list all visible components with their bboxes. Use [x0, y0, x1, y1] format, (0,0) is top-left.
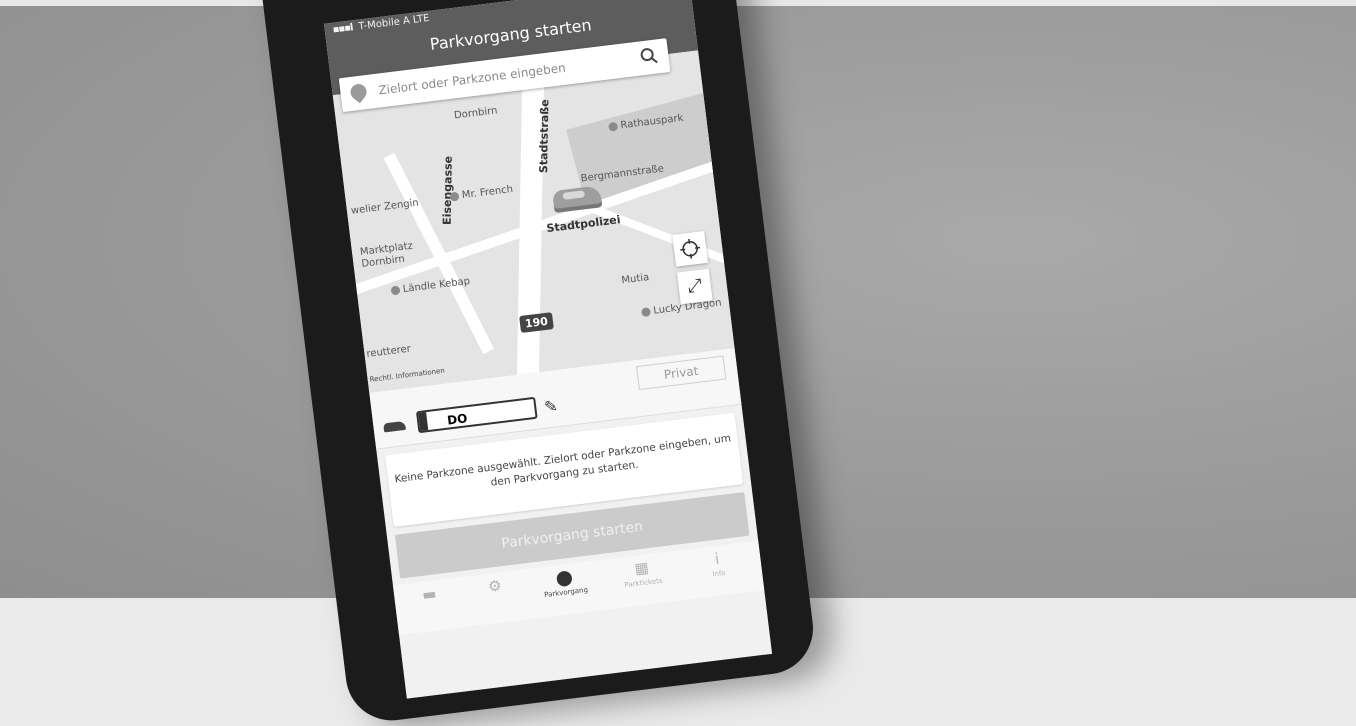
map-label-mr-french: Mr. French	[449, 184, 514, 203]
privat-button[interactable]: Privat	[636, 355, 727, 391]
search-icon[interactable]	[639, 46, 659, 66]
gear-icon: ⚙	[487, 576, 503, 596]
phone-screen: ▪▪▪l T-Mobile A LTE Parkvorgang starten …	[323, 0, 773, 699]
map-label-stadtstrasse: Stadtstraße	[537, 99, 552, 174]
park-icon	[608, 121, 619, 132]
route-number-badge: 190	[519, 312, 554, 334]
no-zone-message: Keine Parkzone ausgewählt. Zielort oder …	[393, 432, 732, 489]
nav-item-vehicle[interactable]: ▬	[393, 581, 465, 609]
car-icon	[383, 420, 407, 433]
map-label-reutterer: reutterer	[365, 343, 412, 360]
location-pin-icon	[347, 80, 370, 104]
crosshair-icon	[680, 238, 701, 259]
locate-me-button[interactable]	[672, 230, 708, 267]
nav-item-info[interactable]: i Info	[681, 546, 754, 582]
map-label-mutia: Mutia	[620, 272, 650, 287]
legal-info-link[interactable]: Rechtl. Informationen	[369, 367, 445, 384]
nav-item-tickets[interactable]: ▦ Parktickets	[606, 555, 679, 591]
license-plate[interactable]: DO	[415, 396, 538, 434]
car-icon: ▬	[421, 584, 438, 604]
nav-item-parkvorgang[interactable]: ⬤ Parkvorgang	[528, 564, 601, 600]
smartphone: ▪▪▪l T-Mobile A LTE Parkvorgang starten …	[251, 0, 819, 726]
calendar-icon: ▦	[633, 558, 650, 578]
pencil-icon[interactable]: ✎	[543, 396, 559, 416]
restaurant-icon	[449, 191, 460, 202]
info-icon: i	[713, 549, 721, 568]
expand-icon: ⤢	[686, 274, 704, 298]
map-label-juwelier: welier Zengin	[350, 197, 420, 217]
expand-map-button[interactable]: ⤢	[676, 268, 713, 305]
carrier-name: T-Mobile A	[357, 15, 411, 33]
map-label-dornbirn: Dornbirn	[453, 105, 499, 122]
network-type: LTE	[412, 12, 431, 26]
signal-icon: ▪▪▪l	[332, 22, 354, 36]
restaurant-icon	[640, 306, 651, 317]
nav-item-settings[interactable]: ⚙	[459, 573, 531, 601]
location-pin-icon: ⬤	[554, 567, 574, 588]
restaurant-icon	[390, 284, 401, 296]
status-bar: ▪▪▪l T-Mobile A LTE	[332, 13, 430, 36]
